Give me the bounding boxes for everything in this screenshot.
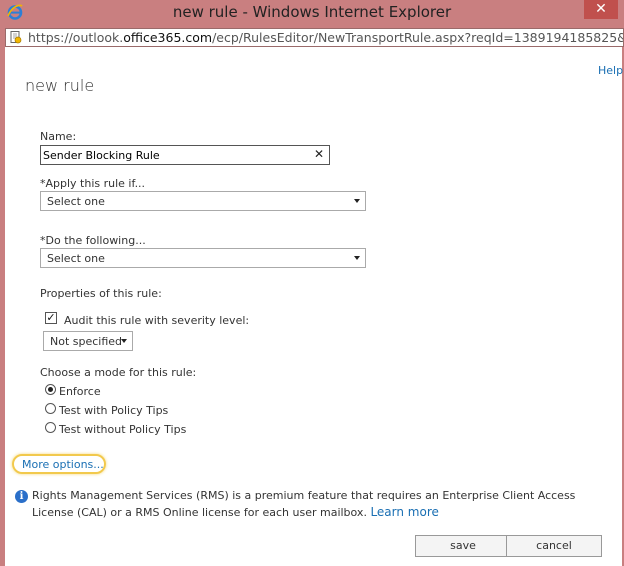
window-frame-left: [0, 47, 5, 566]
url-path: /ecp/RulesEditor/NewTransportRule.aspx?r…: [212, 30, 623, 45]
learn-more-link[interactable]: Learn more: [370, 505, 438, 519]
do-following-label: *Do the following...: [40, 234, 146, 247]
mode-test-without-tips-label: Test without Policy Tips: [59, 423, 187, 436]
mode-label: Choose a mode for this rule:: [40, 366, 197, 379]
name-field[interactable]: Sender Blocking Rule ✕: [40, 145, 330, 165]
name-value: Sender Blocking Rule: [43, 149, 160, 162]
radio-selected-dot: [48, 387, 53, 392]
audit-label: Audit this rule with severity level:: [64, 314, 250, 327]
name-label: Name:: [40, 130, 77, 143]
url-domain: office365.com: [123, 30, 213, 45]
mode-enforce-radio[interactable]: [45, 384, 56, 395]
save-button[interactable]: save: [415, 535, 511, 557]
cancel-button[interactable]: cancel: [506, 535, 602, 557]
severity-value: Not specified: [50, 335, 123, 348]
address-url: https://outlook.office365.com/ecp/RulesE…: [28, 30, 623, 45]
severity-select[interactable]: Not specified: [43, 331, 133, 351]
page-title: new rule: [25, 76, 95, 95]
more-options-link[interactable]: More options...: [12, 454, 106, 474]
rms-notice-text: Rights Management Services (RMS) is a pr…: [32, 489, 576, 519]
help-link[interactable]: Help: [598, 64, 623, 77]
audit-checkbox[interactable]: ✓: [45, 312, 57, 324]
chevron-down-icon: [121, 339, 127, 343]
window-title: new rule - Windows Internet Explorer: [172, 3, 452, 21]
apply-rule-select[interactable]: Select one: [40, 191, 366, 211]
mode-test-with-tips-radio[interactable]: [45, 403, 56, 414]
apply-rule-label: *Apply this rule if...: [40, 177, 146, 190]
more-options-label: More options...: [22, 458, 104, 471]
chevron-down-icon: [354, 199, 360, 203]
close-window-button[interactable]: ✕: [584, 0, 618, 19]
do-following-select[interactable]: Select one: [40, 248, 366, 268]
properties-label: Properties of this rule:: [40, 287, 162, 300]
mode-enforce-label: Enforce: [59, 385, 101, 398]
page-icon: [10, 31, 22, 44]
chevron-down-icon: [354, 256, 360, 260]
clear-icon[interactable]: ✕: [314, 147, 324, 161]
mode-test-without-tips-radio[interactable]: [45, 422, 56, 433]
mode-test-with-tips-label: Test with Policy Tips: [59, 404, 169, 417]
do-following-value: Select one: [47, 252, 105, 265]
address-bar[interactable]: https://outlook.office365.com/ecp/RulesE…: [5, 28, 624, 47]
title-bar: new rule - Windows Internet Explorer ✕: [0, 0, 624, 25]
info-icon: i: [15, 490, 28, 503]
apply-rule-value: Select one: [47, 195, 105, 208]
url-prefix: https://outlook.: [28, 30, 124, 45]
rms-notice: Rights Management Services (RMS) is a pr…: [32, 488, 612, 521]
